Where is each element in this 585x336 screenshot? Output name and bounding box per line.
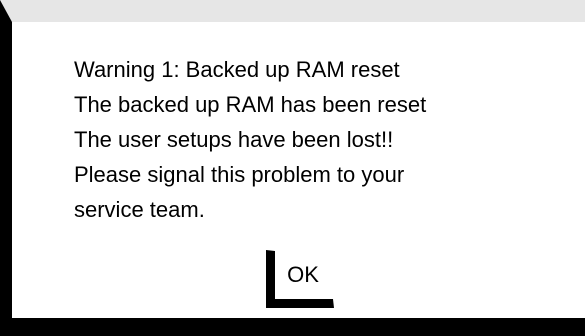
message-line-warning-title: Warning 1: Backed up RAM reset (74, 57, 400, 82)
message-line-service-team: service team. (74, 197, 205, 222)
screen: Warning 1: Backed up RAM reset The backe… (0, 0, 585, 336)
message-line-ram-reset: The backed up RAM has been reset (74, 92, 427, 117)
warning-message: Warning 1: Backed up RAM reset The backe… (74, 52, 426, 227)
ok-button[interactable]: OK (266, 250, 334, 308)
message-line-setups-lost: The user setups have been lost!! (74, 127, 394, 152)
message-line-signal-problem: Please signal this problem to your (74, 162, 405, 187)
warning-dialog: Warning 1: Backed up RAM reset The backe… (0, 0, 585, 336)
